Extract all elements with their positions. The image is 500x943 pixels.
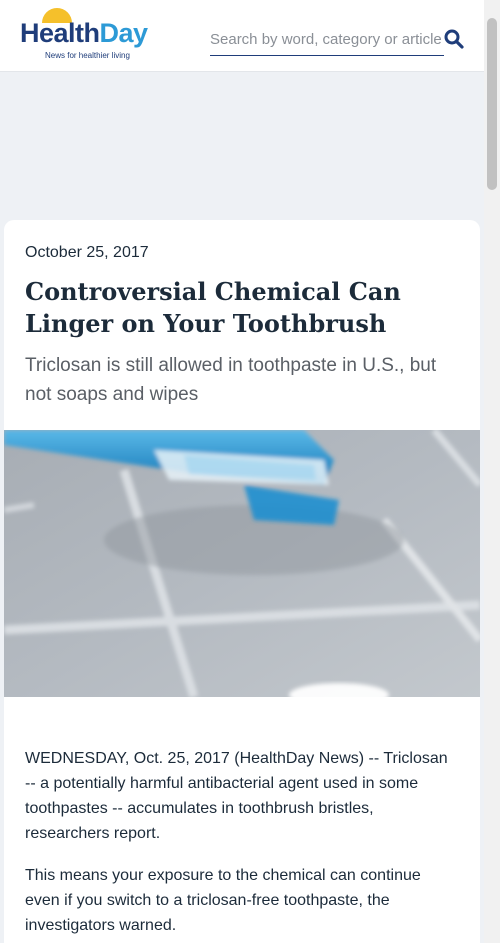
healthday-logo[interactable]: HealthDay News for healthier living — [20, 8, 175, 64]
article-date: October 25, 2017 — [25, 244, 149, 261]
scrollbar-thumb[interactable] — [487, 18, 497, 190]
article-subtitle: Triclosan is still allowed in toothpaste… — [25, 355, 437, 405]
search-input[interactable] — [210, 24, 444, 54]
toothbrush-image — [4, 430, 480, 697]
article-hero-image — [4, 430, 480, 697]
article-title: Controversial Chemical Can Linger on You… — [25, 277, 401, 338]
page-scrollbar[interactable] — [484, 0, 500, 943]
logo-tagline: News for healthier living — [45, 51, 130, 60]
search-icon[interactable] — [444, 29, 464, 49]
article-body: WEDNESDAY, Oct. 25, 2017 (HealthDay News… — [25, 746, 455, 943]
logo-wordmark: HealthDay — [20, 18, 148, 49]
article-paragraph: WEDNESDAY, Oct. 25, 2017 (HealthDay News… — [25, 750, 448, 842]
article-paragraph: This means your exposure to the chemical… — [25, 867, 421, 934]
article-card: October 25, 2017 Controversial Chemical … — [4, 220, 480, 943]
site-header: HealthDay News for healthier living — [0, 0, 484, 72]
search-box — [210, 24, 444, 56]
logo-day: Day — [99, 18, 149, 48]
logo-health: Health — [20, 18, 100, 48]
